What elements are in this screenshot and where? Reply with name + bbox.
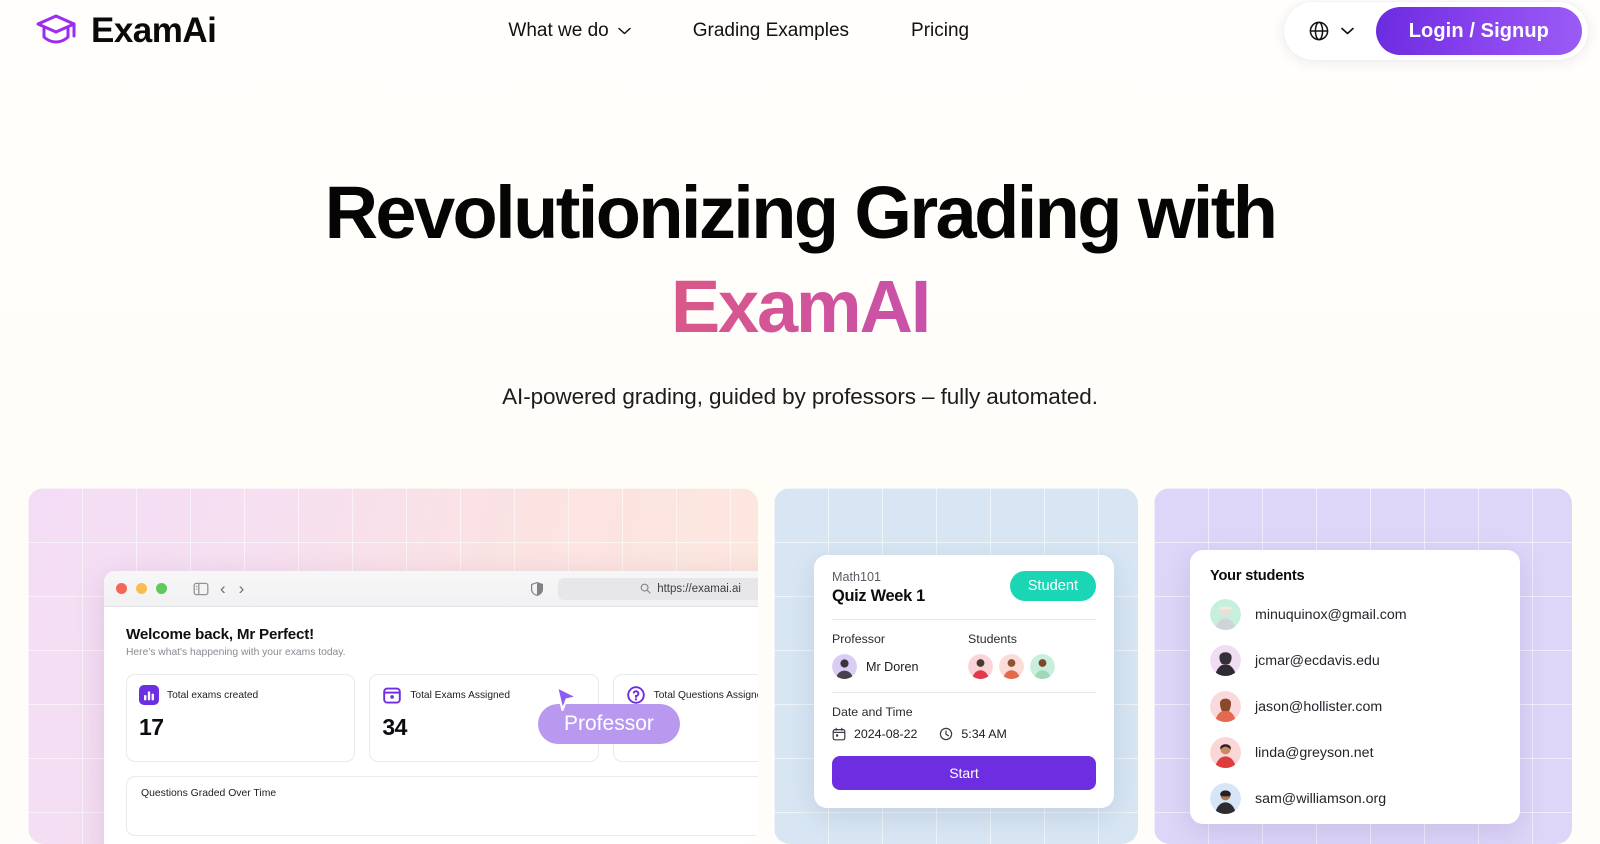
quiz-people-row: Professor Mr Doren Students — [832, 632, 1096, 679]
nav-item-pricing[interactable]: Pricing — [897, 14, 983, 48]
graduation-cap-icon — [34, 11, 78, 51]
stat-card[interactable]: Total exams created 17 — [126, 674, 356, 762]
quiz-course-code: Math101 — [832, 570, 882, 584]
quiz-time-text: 5:34 AM — [961, 727, 1007, 741]
header-actions: Login / Signup — [1283, 0, 1588, 62]
stat-label: Total exams created — [167, 689, 259, 701]
chart-card-title: Questions Graded Over Time — [141, 788, 277, 799]
quiz-time: 5:34 AM — [939, 727, 1007, 741]
shield-icon[interactable] — [529, 581, 545, 597]
graded-over-time-card: Questions Graded Over Time — [126, 776, 758, 836]
hero-subtitle: AI-powered grading, guided by professors… — [502, 384, 1098, 409]
hero-section: Revolutionizing Grading with ExamAI AI-p… — [0, 176, 1600, 410]
list-item[interactable]: jason@hollister.com — [1210, 691, 1500, 722]
nav-item-what-we-do[interactable]: What we do — [494, 14, 644, 48]
globe-icon — [1308, 20, 1330, 42]
nav-item-label: Pricing — [911, 20, 970, 41]
chevron-left-icon[interactable]: ‹ — [218, 580, 228, 597]
quiz-showcase-card: Math101 Quiz Week 1 Student Professor Mr… — [774, 488, 1138, 844]
professor-cursor-badge: Professor — [538, 685, 680, 744]
student-email: sam@williamson.org — [1255, 790, 1387, 807]
chevron-down-icon — [617, 27, 631, 35]
avatar — [1210, 783, 1241, 814]
calendar-icon — [832, 727, 846, 741]
minimize-icon[interactable] — [136, 583, 147, 594]
dashboard-showcase-card: ‹ › https://examai.ai Welcome back, Mr P… — [28, 488, 758, 844]
welcome-subtext: Here's what's happening with your exams … — [126, 647, 346, 658]
hero-accent-word: ExamAI — [0, 270, 1600, 344]
student-email: minuquinox@gmail.com — [1255, 606, 1407, 623]
calendar-icon — [382, 685, 402, 705]
avatar — [832, 654, 857, 679]
clock-icon — [939, 727, 953, 741]
brand-name: ExamAi — [91, 11, 217, 50]
browser-chrome: ‹ › https://examai.ai — [104, 571, 758, 607]
url-bar[interactable]: https://examai.ai — [558, 577, 758, 600]
nav-item-label: What we do — [508, 20, 609, 41]
stat-label: Total Exams Assigned — [410, 689, 510, 701]
chevron-down-icon — [1340, 27, 1354, 35]
quiz-title: Quiz Week 1 — [832, 587, 925, 605]
avatar — [1210, 645, 1241, 676]
welcome-heading: Welcome back, Mr Perfect! — [126, 626, 315, 643]
url-text: https://examai.ai — [657, 582, 741, 595]
student-avatars — [968, 654, 1096, 679]
avatar — [1210, 599, 1241, 630]
list-item[interactable]: sam@williamson.org — [1210, 783, 1500, 814]
landing-page: ExamAi What we do Grading Examples Prici… — [0, 0, 1600, 844]
avatar — [999, 654, 1024, 679]
divider — [832, 692, 1096, 693]
language-selector[interactable] — [1308, 20, 1376, 42]
avatar — [1030, 654, 1055, 679]
student-email: linda@greyson.net — [1255, 744, 1374, 761]
login-signup-button[interactable]: Login / Signup — [1375, 7, 1582, 55]
list-item[interactable]: jcmar@ecdavis.edu — [1210, 645, 1500, 676]
close-icon[interactable] — [116, 583, 127, 594]
professor-heading: Professor — [832, 632, 886, 646]
divider — [832, 619, 1096, 620]
brand-logo[interactable]: ExamAi — [34, 11, 217, 51]
header-action-pill: Login / Signup — [1283, 2, 1588, 60]
hero-headline: Revolutionizing Grading with — [324, 171, 1278, 254]
list-item[interactable]: linda@greyson.net — [1210, 737, 1500, 768]
nav-item-label: Grading Examples — [692, 20, 850, 41]
students-showcase-card: Your students minuquinox@gmail.com jcmar… — [1154, 488, 1572, 844]
avatar — [968, 654, 993, 679]
search-icon — [640, 583, 651, 594]
showcase-cards: ‹ › https://examai.ai Welcome back, Mr P… — [28, 488, 1572, 844]
students-panel-heading: Your students — [1210, 568, 1305, 584]
students-panel: Your students minuquinox@gmail.com jcmar… — [1190, 550, 1520, 824]
list-item[interactable]: minuquinox@gmail.com — [1210, 599, 1500, 630]
datetime-heading: Date and Time — [832, 705, 913, 719]
chevron-right-icon[interactable]: › — [237, 580, 247, 597]
professor-name: Mr Doren — [866, 659, 919, 674]
bar-chart-icon — [139, 685, 159, 705]
site-header: ExamAi What we do Grading Examples Prici… — [0, 0, 1600, 62]
avatar — [1210, 691, 1241, 722]
quiz-panel: Math101 Quiz Week 1 Student Professor Mr… — [814, 555, 1114, 808]
professor-row: Mr Doren — [832, 654, 968, 679]
datetime-row: 2024-08-22 5:34 AM — [832, 727, 1096, 741]
student-email: jason@hollister.com — [1255, 698, 1383, 715]
cursor-icon — [555, 685, 579, 712]
quiz-date-text: 2024-08-22 — [854, 727, 918, 741]
sidebar-toggle-icon[interactable] — [193, 581, 209, 597]
student-role-badge[interactable]: Student — [1009, 571, 1096, 601]
students-heading: Students — [968, 632, 1017, 646]
student-email: jcmar@ecdavis.edu — [1255, 652, 1380, 669]
page-title: Revolutionizing Grading with ExamAI — [0, 176, 1600, 344]
nav-item-grading-examples[interactable]: Grading Examples — [679, 14, 863, 48]
maximize-icon[interactable] — [156, 583, 167, 594]
quiz-date: 2024-08-22 — [832, 727, 917, 741]
avatar — [1210, 737, 1241, 768]
start-button[interactable]: Start — [832, 756, 1096, 790]
stat-value: 17 — [139, 714, 164, 740]
stat-label: Total Questions Assigned — [653, 689, 758, 701]
main-nav: What we do Grading Examples Pricing — [494, 14, 983, 48]
question-icon — [626, 685, 646, 705]
